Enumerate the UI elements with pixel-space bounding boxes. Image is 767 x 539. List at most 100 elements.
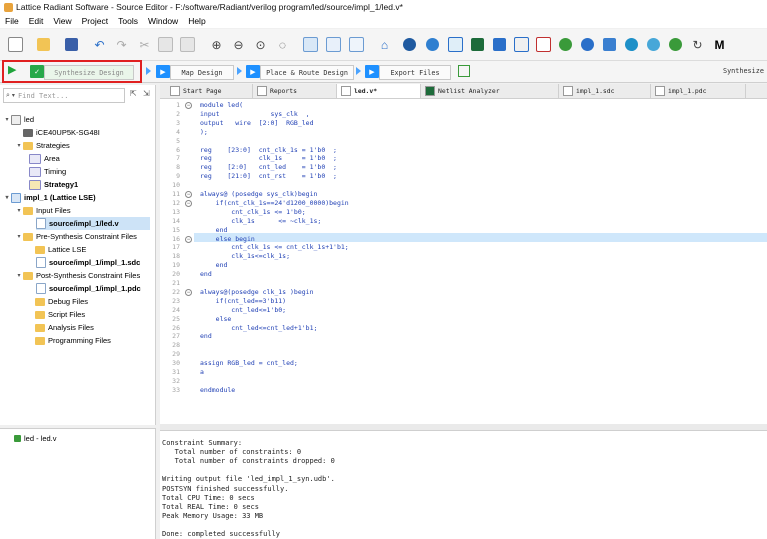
home-icon[interactable]: ⌂ (377, 37, 392, 52)
report-icon[interactable] (303, 37, 318, 52)
menu-help[interactable]: Help (183, 16, 210, 26)
hierarchy-item-led[interactable]: led - led.v (14, 432, 57, 445)
menu-project[interactable]: Project (77, 16, 113, 26)
zoom-out-icon[interactable]: ⊖ (231, 37, 246, 52)
tab-impl1-pdc[interactable]: impl_1.pdc (651, 84, 746, 98)
menu-view[interactable]: View (48, 16, 76, 26)
tree-strategy-area[interactable]: Area (29, 152, 60, 165)
console-line: Total number of constraints: 0 (162, 448, 302, 457)
netlist-icon (425, 86, 435, 96)
export-files-step[interactable]: Export Files (379, 65, 451, 80)
fold-toggle-icon[interactable]: − (185, 288, 192, 296)
line-number: 2 (176, 109, 180, 118)
par-step-icon[interactable]: ▶ (246, 65, 260, 78)
download-icon[interactable] (602, 37, 617, 52)
zoom-reset-icon[interactable]: ◌ (275, 37, 290, 52)
tree-input-files[interactable]: ▾ Input Files (15, 204, 70, 217)
menu-window[interactable]: Window (143, 16, 183, 26)
tree-file-pdc[interactable]: source/impl_1/impl_1.pdc (36, 282, 141, 295)
pdc-file-icon (655, 86, 665, 96)
stop-icon[interactable] (458, 65, 470, 77)
tree-programming-files[interactable]: Programming Files (27, 334, 111, 347)
output-console[interactable]: Constraint Summary: Total number of cons… (160, 430, 767, 539)
export-step-icon[interactable]: ▶ (365, 65, 379, 78)
expand-icon[interactable]: ⇱ (130, 89, 137, 98)
tree-script-files[interactable]: Script Files (27, 308, 85, 321)
tree-pre-synthesis[interactable]: ▾ Pre-Synthesis Constraint Files (15, 230, 136, 243)
floorplan-icon[interactable] (448, 37, 463, 52)
m-logo-icon[interactable]: M (712, 37, 727, 52)
fold-toggle-icon[interactable]: − (185, 199, 192, 207)
strategy-icon (29, 153, 41, 164)
refresh-icon[interactable]: ↻ (690, 37, 705, 52)
new-file-icon[interactable] (8, 37, 23, 52)
console-line: Peak Memory Usage: 33 MB (162, 511, 264, 520)
fold-toggle-icon[interactable]: − (185, 191, 192, 198)
open-folder-icon[interactable] (36, 37, 51, 52)
tree-file-led-v[interactable]: source/impl_1/led.v (36, 217, 150, 230)
copy-icon[interactable] (158, 37, 173, 52)
tab-netlist-analyzer[interactable]: Netlist Analyzer (421, 84, 559, 98)
line-number: 13 (172, 207, 180, 216)
tree-strategy-timing[interactable]: Timing (29, 165, 66, 178)
tree-lattice-lse[interactable]: Lattice LSE (27, 243, 86, 256)
code-line: reg [2:0] cnt_led = 1'b0 ; (200, 163, 337, 172)
zoom-in-icon[interactable]: ⊕ (209, 37, 224, 52)
check-icon[interactable] (668, 37, 683, 52)
redo-icon[interactable]: ↷ (114, 37, 129, 52)
code-line: if(cnt_led==3'b11) (200, 296, 287, 305)
device-view-icon[interactable] (470, 37, 485, 52)
tree-post-synthesis[interactable]: ▾ Post-Synthesis Constraint Files (15, 269, 140, 282)
netlist-icon[interactable] (492, 37, 507, 52)
undo-icon[interactable]: ↶ (92, 37, 107, 52)
code-line: else begin (200, 234, 255, 243)
code-line: end (200, 332, 212, 341)
tree-strategy1[interactable]: Strategy1 (29, 178, 78, 191)
waveform-icon[interactable] (536, 37, 551, 52)
tab-led-v[interactable]: led.v* (337, 84, 421, 98)
tree-label: source/impl_1/impl_1.sdc (49, 258, 141, 267)
fold-toggle-icon[interactable]: − (185, 102, 192, 109)
menu-file[interactable]: File (0, 16, 24, 26)
cut-icon[interactable]: ✂ (137, 37, 152, 52)
tree-debug-files[interactable]: Debug Files (27, 295, 88, 308)
tree-label: Timing (44, 167, 67, 176)
chip-icon[interactable] (402, 37, 417, 52)
tree-project-led[interactable]: ▾ led (3, 113, 34, 126)
programmer-icon[interactable] (580, 37, 595, 52)
dropdown-icon[interactable]: ▾ (12, 92, 15, 99)
tab-reports[interactable]: Reports (253, 84, 337, 98)
place-route-step[interactable]: Place & Route Design (260, 65, 354, 80)
debug-icon[interactable] (624, 37, 639, 52)
menu-tools[interactable]: Tools (113, 16, 143, 26)
package-icon[interactable] (425, 37, 440, 52)
power-icon[interactable] (558, 37, 573, 52)
text-icon[interactable] (326, 37, 341, 52)
red-highlight-box (2, 60, 142, 83)
code-line: else (200, 314, 232, 323)
code-line: endmodule (200, 385, 236, 394)
tree-strategies[interactable]: ▾ Strategies (15, 139, 69, 152)
tree-device[interactable]: iCE40UP5K-SG48I (15, 126, 100, 139)
line-number: 7 (176, 154, 180, 163)
find-text-box[interactable]: ⌕ ▾ Find Text... (3, 88, 125, 103)
map-step-icon[interactable]: ▶ (156, 65, 170, 78)
collapse-icon[interactable]: ⇲ (143, 89, 150, 98)
zoom-fit-icon[interactable]: ⊙ (253, 37, 268, 52)
tab-start-page[interactable]: Start Page (166, 84, 253, 98)
timing-icon[interactable] (514, 37, 529, 52)
document-icon[interactable] (349, 37, 364, 52)
tree-impl1[interactable]: ▾ impl_1 (Lattice LSE) (3, 191, 96, 204)
line-number: 27 (172, 332, 180, 341)
tree-analysis-files[interactable]: Analysis Files (27, 321, 94, 334)
tab-impl1-sdc[interactable]: impl_1.sdc (559, 84, 651, 98)
save-icon[interactable] (64, 37, 79, 52)
map-design-step[interactable]: Map Design (170, 65, 234, 80)
tree-file-sdc[interactable]: source/impl_1/impl_1.sdc (36, 256, 140, 269)
menu-edit[interactable]: Edit (24, 16, 49, 26)
paste-icon[interactable] (180, 37, 195, 52)
fold-toggle-icon[interactable]: − (185, 235, 192, 243)
tab-label: impl_1.pdc (668, 87, 707, 95)
code-editor[interactable]: 1−2 3 4 5 6 7 8 9 10 11−12−13 14 15 16−17 18 19 20 21 22−… (160, 99, 767, 424)
ip-catalog-icon[interactable] (646, 37, 661, 52)
